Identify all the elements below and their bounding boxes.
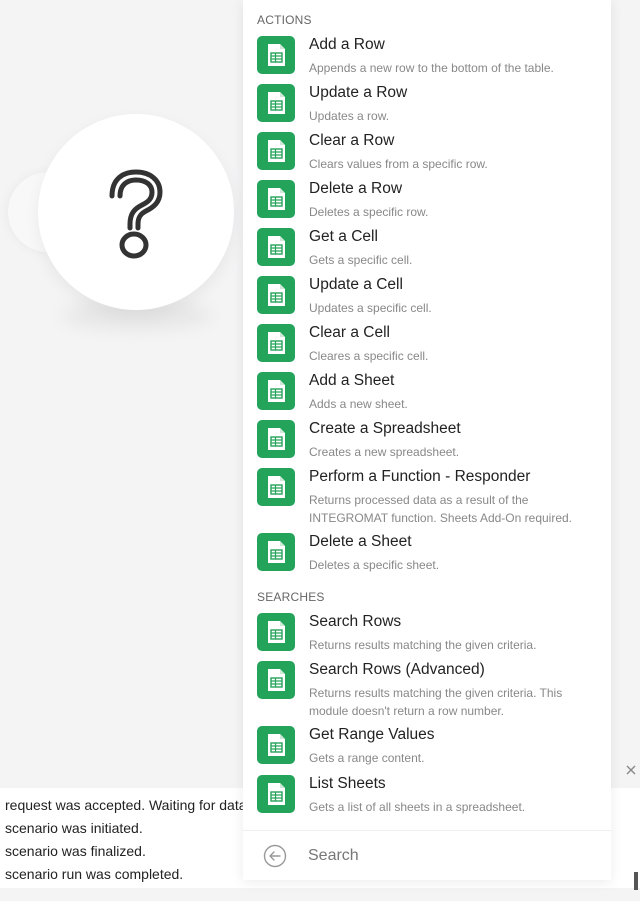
back-arrow-icon[interactable] [263, 844, 287, 873]
module-item-title: Get Range Values [309, 726, 435, 743]
google-sheets-icon [257, 661, 295, 699]
module-item-description: Gets a list of all sheets in a spreadshe… [309, 800, 526, 814]
question-mark-icon [109, 169, 163, 259]
log-line: scenario run was completed. [5, 866, 184, 882]
close-icon[interactable] [624, 762, 638, 776]
module-item-description: Updates a specific cell. [309, 301, 432, 315]
module-item-description: Returns results matching the given crite… [309, 686, 563, 718]
module-item-description: Returns results matching the given crite… [309, 638, 537, 652]
search-input[interactable]: Search [308, 847, 359, 865]
module-item-title: Update a Row [309, 84, 408, 101]
module-item-description: Returns processed data as a result of th… [309, 493, 573, 525]
search-bar: Search [243, 830, 611, 881]
google-sheets-icon [257, 420, 295, 458]
module-item-title: Clear a Cell [309, 324, 390, 341]
unknown-module[interactable] [38, 114, 234, 310]
google-sheets-icon [257, 372, 295, 410]
module-item-description: Gets a specific cell. [309, 253, 413, 267]
google-sheets-icon [257, 180, 295, 218]
module-item-description: Clears values from a specific row. [309, 157, 488, 171]
google-sheets-icon [257, 775, 295, 813]
searches-header: SEARCHES [257, 590, 325, 604]
google-sheets-icon [257, 324, 295, 362]
log-line: scenario was initiated. [5, 820, 143, 836]
module-item-description: Appends a new row to the bottom of the t… [309, 61, 554, 75]
module-item-title: Add a Sheet [309, 372, 395, 389]
module-item-title: Delete a Row [309, 180, 403, 197]
module-item-title: Search Rows [309, 613, 402, 630]
google-sheets-icon [257, 132, 295, 170]
module-item-title: Perform a Function - Responder [309, 468, 531, 485]
module-item-title: Clear a Row [309, 132, 395, 149]
module-item-title: Get a Cell [309, 228, 378, 245]
google-sheets-icon [257, 533, 295, 571]
google-sheets-icon [257, 613, 295, 651]
module-item-description: Adds a new sheet. [309, 397, 408, 411]
google-sheets-icon [257, 726, 295, 764]
module-item-description: Cleares a specific cell. [309, 349, 429, 363]
module-item-description: Deletes a specific sheet. [309, 558, 440, 572]
module-item-title: Add a Row [309, 36, 385, 53]
google-sheets-icon [257, 276, 295, 314]
log-line: request was accepted. Waiting for data. [5, 797, 251, 813]
google-sheets-icon [257, 84, 295, 122]
module-item-description: Updates a row. [309, 109, 390, 123]
module-item-description: Gets a range content. [309, 751, 425, 765]
scrollbar[interactable] [634, 872, 638, 890]
module-item-title: Update a Cell [309, 276, 403, 293]
log-line: scenario was finalized. [5, 843, 146, 859]
module-item-description: Creates a new spreadsheet. [309, 445, 460, 459]
google-sheets-icon [257, 36, 295, 74]
module-picker-dropdown: ACTIONS Add a Row Appends a new row to th… [243, 0, 611, 880]
actions-header: ACTIONS [257, 13, 312, 27]
google-sheets-icon [257, 468, 295, 506]
google-sheets-icon [257, 228, 295, 266]
module-item-title: List Sheets [309, 775, 386, 792]
module-item-title: Delete a Sheet [309, 533, 412, 550]
module-item-title: Create a Spreadsheet [309, 420, 461, 437]
module-item-title: Search Rows (Advanced) [309, 661, 485, 678]
module-item-description: Deletes a specific row. [309, 205, 429, 219]
